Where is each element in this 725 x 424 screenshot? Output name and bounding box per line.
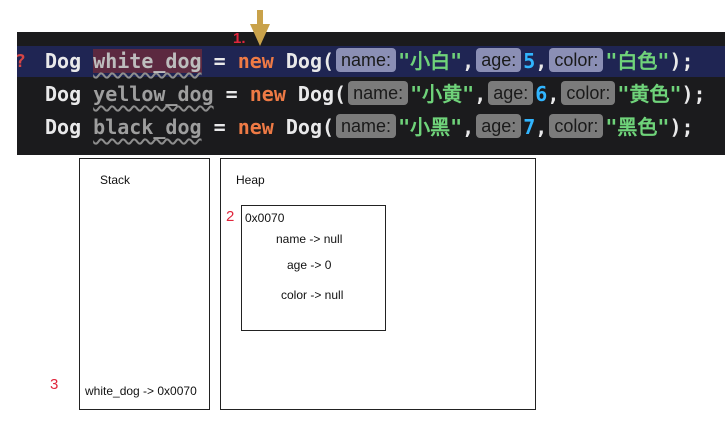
type-keyword: Dog (45, 82, 82, 106)
statement-end: ); (669, 115, 694, 139)
age-value: 7 (523, 115, 536, 139)
new-keyword: new (237, 115, 274, 139)
age-value: 5 (523, 49, 536, 73)
constructor-call: Dog( (285, 115, 335, 139)
gutter-marker: ? (15, 51, 26, 72)
assign-operator: = (213, 115, 226, 139)
color-value: "白色" (605, 49, 670, 73)
comma: , (474, 82, 487, 106)
param-hint-color: color: (549, 48, 604, 72)
comma: , (462, 115, 475, 139)
comma: , (547, 82, 560, 106)
stack-box: Stack white_dog -> 0x0070 (79, 158, 210, 410)
comma: , (535, 49, 548, 73)
param-hint-color: color: (561, 81, 616, 105)
color-value: "黑色" (605, 115, 670, 139)
step-2-label: 2 (226, 208, 235, 225)
constructor-call: Dog( (285, 49, 335, 73)
object-address: 0x0070 (245, 211, 285, 225)
color-value: "黄色" (617, 82, 682, 106)
heap-title: Heap (236, 173, 265, 187)
stack-title: Stack (100, 173, 131, 187)
code-line-white-dog: ? Dog white_dog = new Dog(name: "小白", age:… (15, 46, 725, 77)
step-1-label: 1. (233, 30, 246, 47)
new-keyword: new (237, 49, 274, 73)
age-value: 6 (535, 82, 548, 106)
type-keyword: Dog (45, 115, 82, 139)
heap-object-box: 0x0070 name -> null age -> 0 color -> nu… (241, 205, 386, 331)
name-value: "小白" (398, 49, 463, 73)
field-name: name -> null (276, 232, 343, 246)
assign-operator: = (213, 49, 226, 73)
param-hint-age: age: (476, 48, 522, 72)
variable-name: white_dog (93, 49, 202, 73)
field-age: age -> 0 (287, 258, 332, 272)
param-hint-name: name: (336, 48, 397, 72)
comma: , (535, 115, 548, 139)
constructor-call: Dog( (297, 82, 347, 106)
code-line-black-dog: Dog black_dog = new Dog(name: "小黑", age: 7,… (17, 112, 725, 143)
param-hint-age: age: (488, 81, 534, 105)
statement-end: ); (669, 49, 694, 73)
stack-entry: white_dog -> 0x0070 (85, 384, 197, 398)
statement-end: ); (681, 82, 706, 106)
step-3-label: 3 (50, 376, 59, 393)
assign-operator: = (225, 82, 238, 106)
variable-name: yellow_dog (93, 82, 214, 106)
down-arrow-icon (250, 10, 270, 46)
name-value: "小黄" (410, 82, 475, 106)
variable-name: black_dog (93, 115, 202, 139)
param-hint-age: age: (476, 114, 522, 138)
param-hint-name: name: (348, 81, 409, 105)
type-keyword: Dog (45, 49, 82, 73)
comma: , (462, 49, 475, 73)
param-hint-name: name: (336, 114, 397, 138)
param-hint-color: color: (549, 114, 604, 138)
name-value: "小黑" (398, 115, 463, 139)
new-keyword: new (249, 82, 286, 106)
code-line-yellow-dog: Dog yellow_dog = new Dog(name: "小黄", age: 6… (17, 79, 725, 110)
field-color: color -> null (281, 288, 344, 302)
